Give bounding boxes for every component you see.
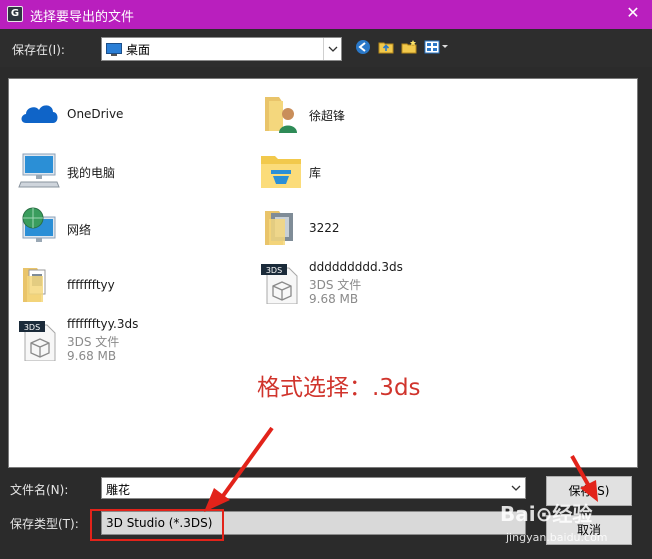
annotation-arrows [204, 426, 598, 512]
arrow-to-filetype [204, 426, 274, 512]
watermark-brand: Bai⊙经验 [500, 502, 593, 526]
watermark-url: jingyan.baidu.com [506, 531, 608, 544]
arrow-to-save [570, 455, 598, 502]
